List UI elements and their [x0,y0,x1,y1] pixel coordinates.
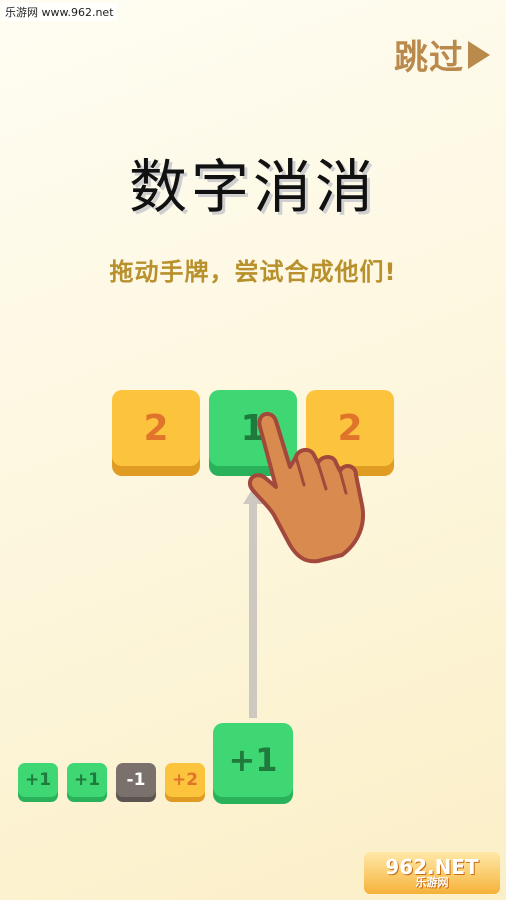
watermark-logo-line1: 962.NET [385,855,479,879]
hand-card-1[interactable]: +1 [18,763,58,797]
watermark-logo: 962.NET 乐游网 [364,852,500,894]
board-tile-1-value: 2 [143,407,169,449]
watermark-logo-line2: 乐游网 [415,876,449,889]
active-hand-card[interactable]: +1 [213,723,293,797]
hand-card-1-value: +1 [24,770,52,790]
tutorial-instruction: 拖动手牌，尝试合成他们! [109,258,397,286]
hand-card-2[interactable]: +1 [67,763,107,797]
game-title: 数字消消 [128,153,377,221]
hand-card-4[interactable]: +2 [165,763,205,797]
hand-card-3-value: -1 [126,770,146,790]
skip-button[interactable]: 跳过 [394,30,490,79]
hand-card-2-value: +1 [73,770,101,790]
watermark-top: 乐游网 www.962.net [2,3,117,21]
active-hand-card-value: +1 [228,741,278,779]
skip-label: 跳过 [394,38,464,78]
play-triangle-icon [468,40,490,69]
hand-card-3[interactable]: -1 [116,763,156,797]
pointing-hand-icon [247,411,365,564]
hand-card-4-value: +2 [171,770,199,790]
board-tile-1[interactable]: 2 [112,390,200,466]
